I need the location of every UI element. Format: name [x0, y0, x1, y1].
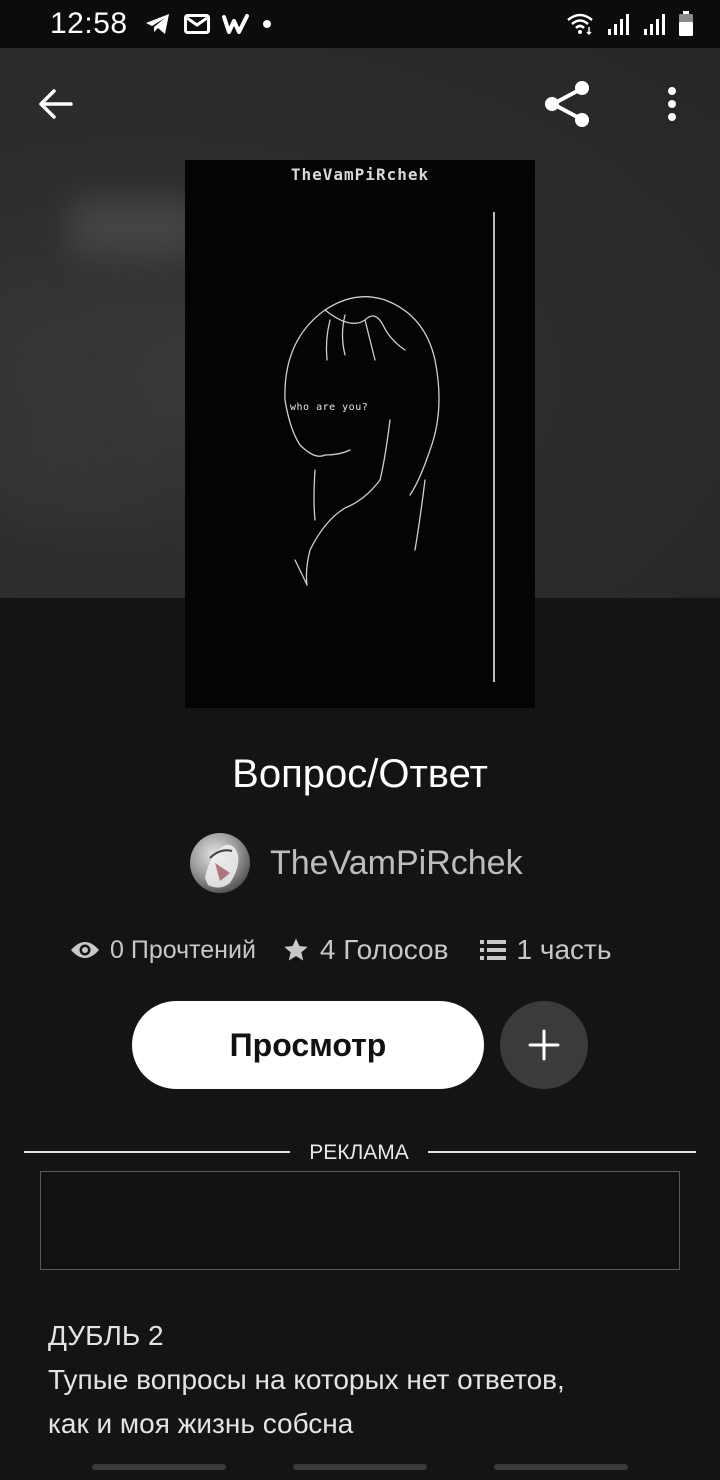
parts-count: 1 часть [516, 934, 612, 965]
back-button[interactable] [28, 76, 84, 132]
more-vert-icon [668, 87, 676, 121]
star-icon [284, 938, 308, 961]
ad-divider: РЕКЛАМА [24, 1138, 696, 1168]
status-bar: 12:58 [0, 0, 720, 48]
add-to-library-button[interactable] [500, 1001, 588, 1089]
description-line: Тупые вопросы на которых нет ответов, [48, 1364, 565, 1395]
share-button[interactable] [538, 76, 598, 132]
w-app-icon [221, 14, 249, 34]
story-stats: 0 Прочтений 4 Голосов 1 часть [70, 928, 611, 972]
cover-line-art [284, 296, 440, 586]
book-cover[interactable]: TheVamPiRchek who are you? [185, 160, 535, 708]
nav-home-button[interactable] [293, 1464, 427, 1470]
share-icon [545, 81, 589, 127]
story-title: Вопрос/Ответ [232, 752, 488, 796]
parts-stat: 1 часть [479, 934, 612, 966]
nav-back-button[interactable] [494, 1464, 628, 1470]
ad-label: РЕКЛАМА [309, 1141, 409, 1164]
back-arrow-icon [39, 89, 73, 119]
eye-icon [71, 942, 99, 958]
signal-icon [608, 14, 629, 35]
ad-slot[interactable] [40, 1171, 680, 1270]
cover-author-text: TheVamPiRchek [290, 165, 430, 184]
more-options-button[interactable] [648, 76, 696, 132]
divider-line [428, 1151, 696, 1153]
plus-icon [528, 1029, 560, 1061]
author-name-link[interactable]: TheVamPiRchek [270, 844, 523, 883]
mail-icon [183, 14, 210, 34]
avatar-image [205, 844, 239, 888]
description-line: ДУБЛЬ 2 [48, 1320, 164, 1351]
reads-stat: 0 Прочтений [70, 936, 256, 965]
votes-count: 4 Голосов [319, 934, 449, 965]
system-icons [566, 11, 694, 37]
signal-icon [644, 14, 665, 35]
votes-stat: 4 Голосов [282, 934, 449, 966]
divider-line [24, 1151, 290, 1153]
cover-caption: who are you? [290, 402, 369, 413]
read-button[interactable]: Просмотр [132, 1001, 484, 1089]
author-row[interactable]: TheVamPiRchek [190, 832, 523, 894]
list-icon [479, 940, 506, 960]
telegram-icon [145, 14, 169, 34]
wifi-icon [567, 13, 593, 36]
author-avatar[interactable] [190, 833, 250, 893]
description-line: как и моя жизнь собсна [48, 1408, 354, 1439]
story-description: ДУБЛЬ 2 Тупые вопросы на которых нет отв… [48, 1314, 688, 1446]
app-bar [0, 48, 720, 160]
status-time: 12:58 [50, 7, 128, 40]
battery-icon [679, 11, 693, 36]
nav-recents-button[interactable] [92, 1464, 226, 1470]
dot-icon [262, 20, 271, 28]
reads-count: 0 Прочтений [110, 935, 256, 964]
system-navigation-bar [0, 1452, 720, 1480]
notification-icons [144, 12, 272, 36]
